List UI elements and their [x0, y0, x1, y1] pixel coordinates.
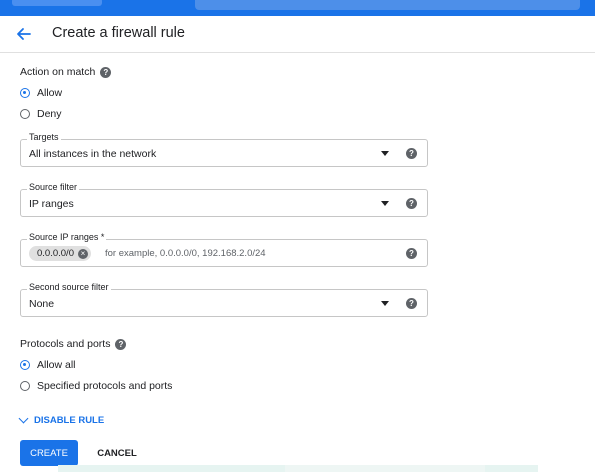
radio-specified-protocols-label: Specified protocols and ports: [37, 380, 173, 392]
protocols-and-ports-text: Protocols and ports: [20, 338, 111, 350]
page-header: Create a firewall rule: [0, 16, 595, 53]
protocols-and-ports-label: Protocols and ports ?: [20, 338, 127, 350]
create-button[interactable]: CREATE: [20, 440, 78, 466]
page-title: Create a firewall rule: [52, 25, 185, 41]
ip-range-chip-label: 0.0.0.0/0: [37, 248, 74, 259]
back-arrow-icon[interactable]: [14, 24, 34, 44]
help-icon[interactable]: ?: [406, 198, 417, 209]
top-search-bar[interactable]: [195, 0, 580, 10]
radio-allow-label: Allow: [37, 87, 63, 99]
help-icon[interactable]: ?: [406, 148, 417, 159]
radio-allow[interactable]: Allow: [20, 87, 62, 99]
source-ip-ranges-label: Source IP ranges *: [27, 232, 107, 242]
disable-rule-label: DISABLE RULE: [34, 415, 105, 426]
radio-deny[interactable]: Deny: [20, 108, 62, 120]
radio-allow-all[interactable]: Allow all: [20, 359, 76, 371]
cancel-button[interactable]: CANCEL: [88, 440, 146, 466]
radio-button-icon[interactable]: [20, 381, 30, 391]
help-icon[interactable]: ?: [406, 298, 417, 309]
source-ip-ranges-input[interactable]: Source IP ranges * 0.0.0.0/0 × for examp…: [20, 232, 428, 267]
disable-rule-toggle[interactable]: DISABLE RULE: [18, 413, 105, 426]
chip-remove-icon[interactable]: ×: [77, 248, 88, 259]
radio-allow-all-label: Allow all: [37, 359, 76, 371]
top-app-bar: [0, 0, 595, 16]
source-filter-label: Source filter: [27, 182, 80, 192]
second-source-filter-value: None: [29, 298, 55, 310]
radio-button-selected-icon[interactable]: [20, 88, 30, 98]
action-on-match-text: Action on match: [20, 66, 96, 78]
source-ip-ranges-placeholder[interactable]: for example, 0.0.0.0/0, 192.168.2.0/24: [105, 248, 266, 259]
radio-deny-label: Deny: [37, 108, 62, 120]
help-icon[interactable]: ?: [406, 248, 417, 259]
dropdown-caret-icon[interactable]: [381, 201, 389, 206]
action-on-match-label: Action on match ?: [20, 66, 112, 78]
chevron-down-icon: [18, 413, 29, 424]
source-filter-select[interactable]: Source filter IP ranges ?: [20, 182, 428, 217]
second-source-filter-label: Second source filter: [27, 282, 111, 292]
help-icon[interactable]: ?: [100, 66, 112, 78]
dropdown-caret-icon[interactable]: [381, 151, 389, 156]
ip-range-chip[interactable]: 0.0.0.0/0 ×: [29, 246, 91, 261]
bottom-strip-highlight: [285, 465, 485, 472]
targets-select[interactable]: Targets All instances in the network ?: [20, 132, 428, 167]
radio-button-selected-icon[interactable]: [20, 360, 30, 370]
targets-label: Targets: [27, 132, 61, 142]
help-icon[interactable]: ?: [115, 338, 127, 350]
second-source-filter-select[interactable]: Second source filter None ?: [20, 282, 428, 317]
radio-specified-protocols[interactable]: Specified protocols and ports: [20, 380, 172, 392]
radio-button-icon[interactable]: [20, 109, 30, 119]
dropdown-caret-icon[interactable]: [381, 301, 389, 306]
source-filter-value: IP ranges: [29, 198, 74, 210]
top-bar-logo: [12, 0, 102, 6]
targets-value: All instances in the network: [29, 148, 157, 160]
